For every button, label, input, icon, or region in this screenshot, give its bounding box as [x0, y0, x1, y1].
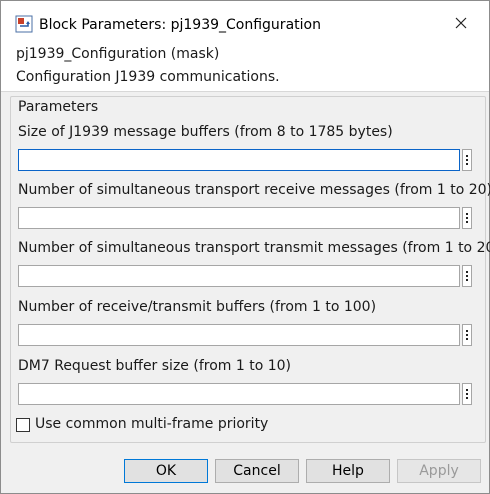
transport-receive-options-button[interactable] [462, 207, 472, 229]
rx-tx-buffers-options-button[interactable] [462, 324, 472, 346]
cancel-button[interactable]: Cancel [215, 459, 299, 483]
transport-receive-label: Number of simultaneous transport receive… [18, 182, 490, 198]
mask-title: pj1939_Configuration (mask) [16, 46, 220, 62]
dm7-buffer-size-label: DM7 Request buffer size (from 1 to 10) [18, 358, 291, 374]
buffer-size-input[interactable] [18, 149, 460, 171]
ok-button[interactable]: OK [124, 459, 208, 483]
rx-tx-buffers-input[interactable] [18, 324, 460, 346]
simulink-block-icon [15, 15, 33, 33]
mask-header: pj1939_Configuration (mask) Configuratio… [1, 38, 489, 92]
buffer-size-label: Size of J1939 message buffers (from 8 to… [18, 124, 393, 140]
transport-transmit-input[interactable] [18, 265, 460, 287]
title-bar: Block Parameters: pj1939_Configuration [1, 1, 489, 38]
close-icon [455, 14, 467, 33]
parameters-group-label: Parameters [18, 99, 99, 115]
mask-description: Configuration J1939 communications. [16, 69, 280, 85]
close-button[interactable] [443, 9, 479, 37]
buffer-size-options-button[interactable] [462, 149, 472, 171]
dm7-buffer-size-options-button[interactable] [462, 383, 472, 405]
apply-button[interactable]: Apply [397, 459, 481, 483]
transport-transmit-label: Number of simultaneous transport transmi… [18, 240, 490, 256]
transport-transmit-options-button[interactable] [462, 265, 472, 287]
dialog-window: Block Parameters: pj1939_Configuration p… [0, 0, 490, 494]
rx-tx-buffers-label: Number of receive/transmit buffers (from… [18, 299, 377, 315]
multi-frame-priority-checkbox[interactable] [16, 418, 30, 432]
window-title: Block Parameters: pj1939_Configuration [39, 17, 321, 33]
multi-frame-priority-label: Use common multi-frame priority [35, 416, 269, 432]
help-button[interactable]: Help [306, 459, 390, 483]
dm7-buffer-size-input[interactable] [18, 383, 460, 405]
transport-receive-input[interactable] [18, 207, 460, 229]
